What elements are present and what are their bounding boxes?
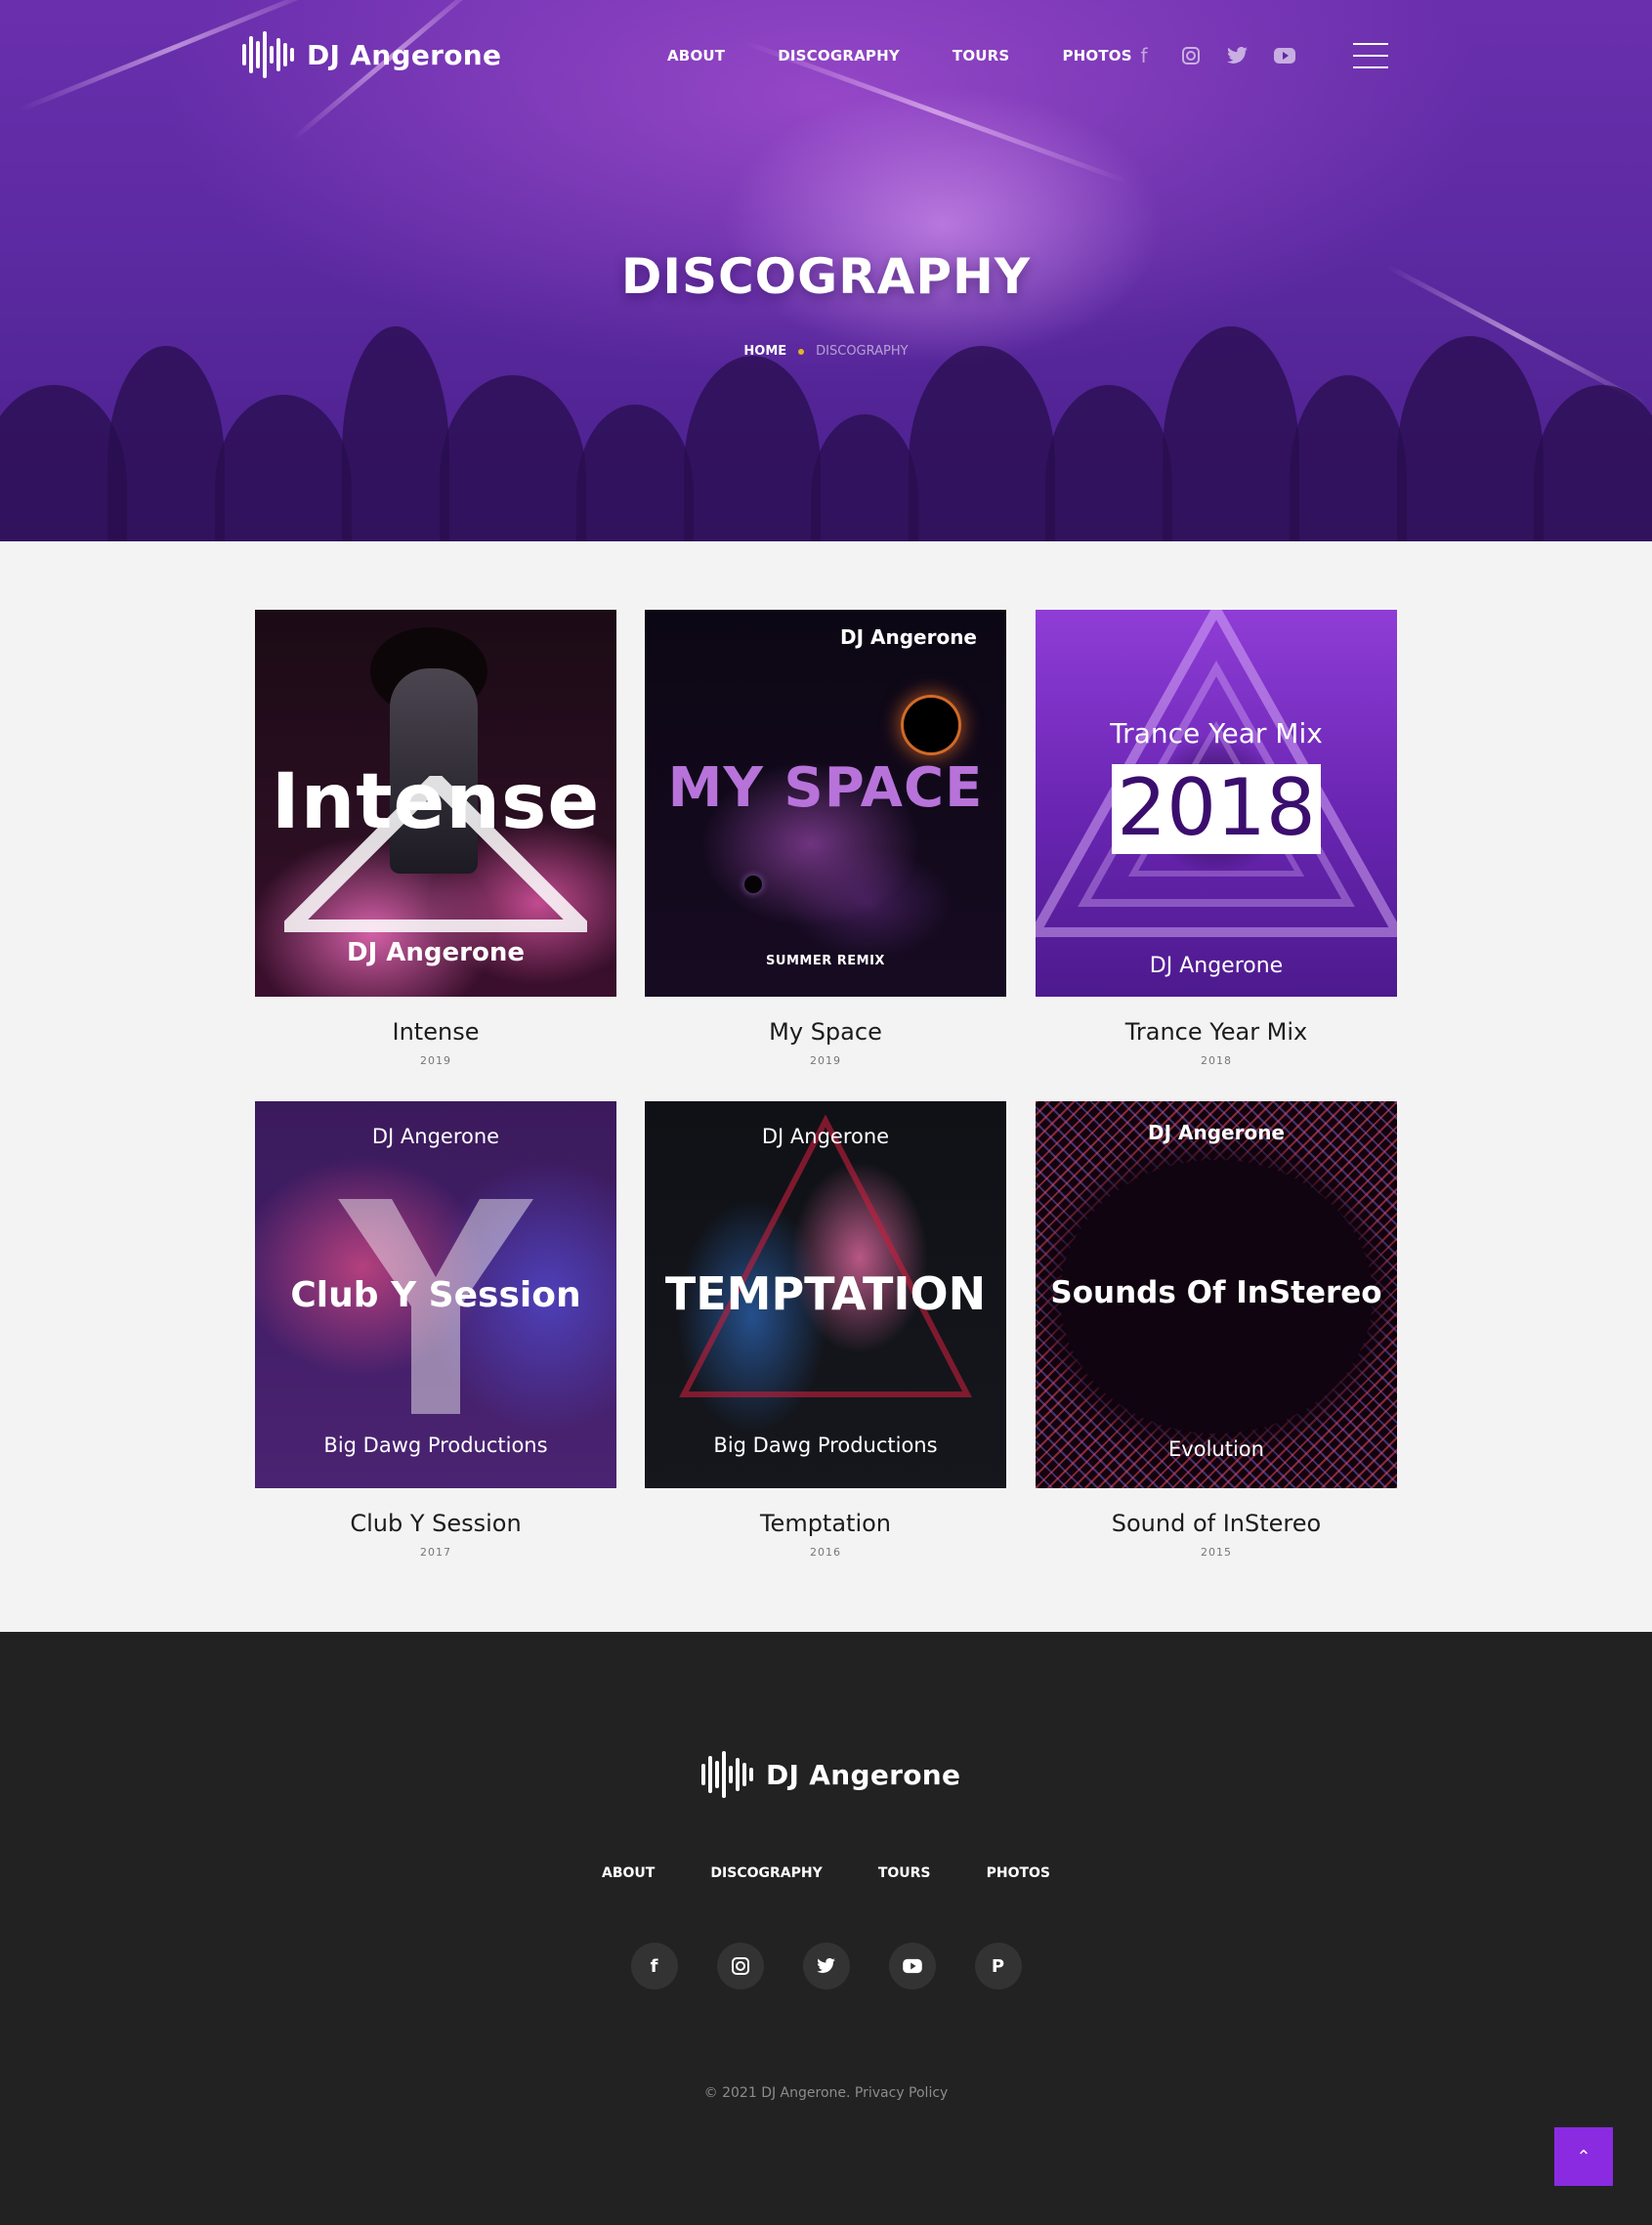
hero-banner: DJ Angerone ABOUT DISCOGRAPHY TOURS PHOT… bbox=[0, 0, 1652, 541]
album-card[interactable]: Trance Year Mix 2018 DJ Angerone Trance … bbox=[1036, 610, 1397, 1067]
brand-name: DJ Angerone bbox=[307, 38, 502, 71]
soundwave-icon bbox=[701, 1751, 756, 1798]
instagram-icon[interactable] bbox=[1178, 43, 1204, 68]
breadcrumb-current: DISCOGRAPHY bbox=[816, 344, 909, 359]
instagram-icon[interactable] bbox=[716, 1943, 764, 1990]
album-year: 2018 bbox=[1201, 1054, 1232, 1067]
album-year: 2015 bbox=[1201, 1546, 1232, 1559]
youtube-icon[interactable] bbox=[888, 1943, 936, 1990]
cover-artist: DJ Angerone bbox=[839, 625, 977, 649]
cover-artist: DJ Angerone bbox=[1147, 1121, 1285, 1144]
cover-subtitle: Big Dawg Productions bbox=[323, 1433, 548, 1457]
cover-subtitle: SUMMER REMIX bbox=[766, 954, 885, 968]
main-nav: ABOUT DISCOGRAPHY TOURS PHOTOS bbox=[667, 47, 1185, 64]
footer-nav-photos[interactable]: PHOTOS bbox=[987, 1865, 1050, 1881]
nav-photos[interactable]: PHOTOS bbox=[1062, 47, 1131, 64]
page-title: DISCOGRAPHY bbox=[620, 248, 1032, 305]
album-title[interactable]: Intense bbox=[255, 1018, 616, 1046]
album-cover[interactable]: DJ Angerone TEMPTATION Big Dawg Producti… bbox=[645, 1101, 1006, 1488]
hamburger-menu-icon[interactable] bbox=[1353, 43, 1388, 68]
album-cover[interactable]: Intense DJ Angerone bbox=[255, 610, 616, 997]
album-title[interactable]: Trance Year Mix bbox=[1036, 1018, 1397, 1046]
pinterest-icon[interactable]: P bbox=[974, 1943, 1022, 1990]
facebook-icon[interactable]: f bbox=[1131, 43, 1157, 68]
cover-title: Sounds Of InStereo bbox=[1050, 1275, 1382, 1310]
chevron-up-icon: ⌃ bbox=[1576, 2146, 1591, 2167]
youtube-icon[interactable] bbox=[1272, 43, 1297, 68]
cover-top-text: Trance Year Mix bbox=[1110, 717, 1323, 749]
cover-title: Club Y Session bbox=[290, 1275, 581, 1315]
header-socials: f bbox=[1131, 43, 1297, 68]
breadcrumb-home[interactable]: HOME bbox=[743, 344, 786, 359]
nav-discography[interactable]: DISCOGRAPHY bbox=[778, 47, 900, 64]
cover-artist: DJ Angerone bbox=[761, 1125, 890, 1148]
album-title[interactable]: Club Y Session bbox=[255, 1510, 616, 1537]
album-card[interactable]: DJ Angerone TEMPTATION Big Dawg Producti… bbox=[645, 1101, 1006, 1559]
twitter-icon[interactable] bbox=[1225, 43, 1250, 68]
album-card[interactable]: DJ Angerone Club Y Session Big Dawg Prod… bbox=[255, 1101, 616, 1559]
album-card[interactable]: Intense DJ Angerone Intense 2019 bbox=[255, 610, 616, 1067]
footer-brand-name: DJ Angerone bbox=[766, 1758, 961, 1791]
twitter-icon[interactable] bbox=[802, 1943, 850, 1990]
footer-nav: ABOUT DISCOGRAPHY TOURS PHOTOS bbox=[0, 1862, 1652, 1881]
album-title[interactable]: Temptation bbox=[645, 1510, 1006, 1537]
footer-nav-discography[interactable]: DISCOGRAPHY bbox=[710, 1865, 822, 1881]
cover-title: 2018 bbox=[1117, 762, 1316, 853]
album-cover[interactable]: DJ Angerone MY SPACE SUMMER REMIX bbox=[645, 610, 1006, 997]
album-year: 2019 bbox=[810, 1054, 841, 1067]
album-cover[interactable]: DJ Angerone Sounds Of InStereo Evolution bbox=[1036, 1101, 1397, 1488]
cover-artist: DJ Angerone bbox=[1149, 954, 1284, 978]
soundwave-icon bbox=[242, 31, 297, 78]
album-year: 2016 bbox=[810, 1546, 841, 1559]
site-logo[interactable]: DJ Angerone bbox=[242, 31, 501, 78]
breadcrumb-separator-dot bbox=[798, 348, 805, 355]
album-year: 2017 bbox=[420, 1546, 451, 1559]
nav-about[interactable]: ABOUT bbox=[667, 47, 725, 64]
footer-nav-about[interactable]: ABOUT bbox=[602, 1865, 655, 1881]
site-footer: DJ Angerone ABOUT DISCOGRAPHY TOURS PHOT… bbox=[0, 1632, 1652, 2225]
album-cover[interactable]: Trance Year Mix 2018 DJ Angerone bbox=[1036, 610, 1397, 997]
album-card[interactable]: DJ Angerone MY SPACE SUMMER REMIX My Spa… bbox=[645, 610, 1006, 1067]
facebook-icon[interactable]: f bbox=[630, 1943, 678, 1990]
album-year: 2019 bbox=[420, 1054, 451, 1067]
back-to-top-button[interactable]: ⌃ bbox=[1554, 2127, 1613, 2186]
album-cover[interactable]: DJ Angerone Club Y Session Big Dawg Prod… bbox=[255, 1101, 616, 1488]
cover-artist: DJ Angerone bbox=[346, 938, 525, 967]
nav-tours[interactable]: TOURS bbox=[953, 47, 1010, 64]
cover-title: MY SPACE bbox=[667, 756, 984, 820]
cover-subtitle: Evolution bbox=[1168, 1437, 1264, 1461]
footer-socials: f P bbox=[0, 1943, 1652, 1990]
cover-artist: DJ Angerone bbox=[371, 1125, 500, 1148]
copyright-text: © 2021 DJ Angerone. Privacy Policy bbox=[703, 2085, 949, 2101]
cover-title: TEMPTATION bbox=[664, 1267, 987, 1320]
album-title[interactable]: Sound of InStereo bbox=[1036, 1510, 1397, 1537]
album-card[interactable]: DJ Angerone Sounds Of InStereo Evolution… bbox=[1036, 1101, 1397, 1559]
footer-nav-tours[interactable]: TOURS bbox=[878, 1865, 931, 1881]
breadcrumb: HOME DISCOGRAPHY bbox=[0, 344, 1652, 359]
cover-subtitle: Big Dawg Productions bbox=[713, 1433, 938, 1457]
album-title[interactable]: My Space bbox=[645, 1018, 1006, 1046]
footer-logo[interactable]: DJ Angerone bbox=[701, 1751, 960, 1798]
cover-title: Intense bbox=[271, 758, 601, 846]
